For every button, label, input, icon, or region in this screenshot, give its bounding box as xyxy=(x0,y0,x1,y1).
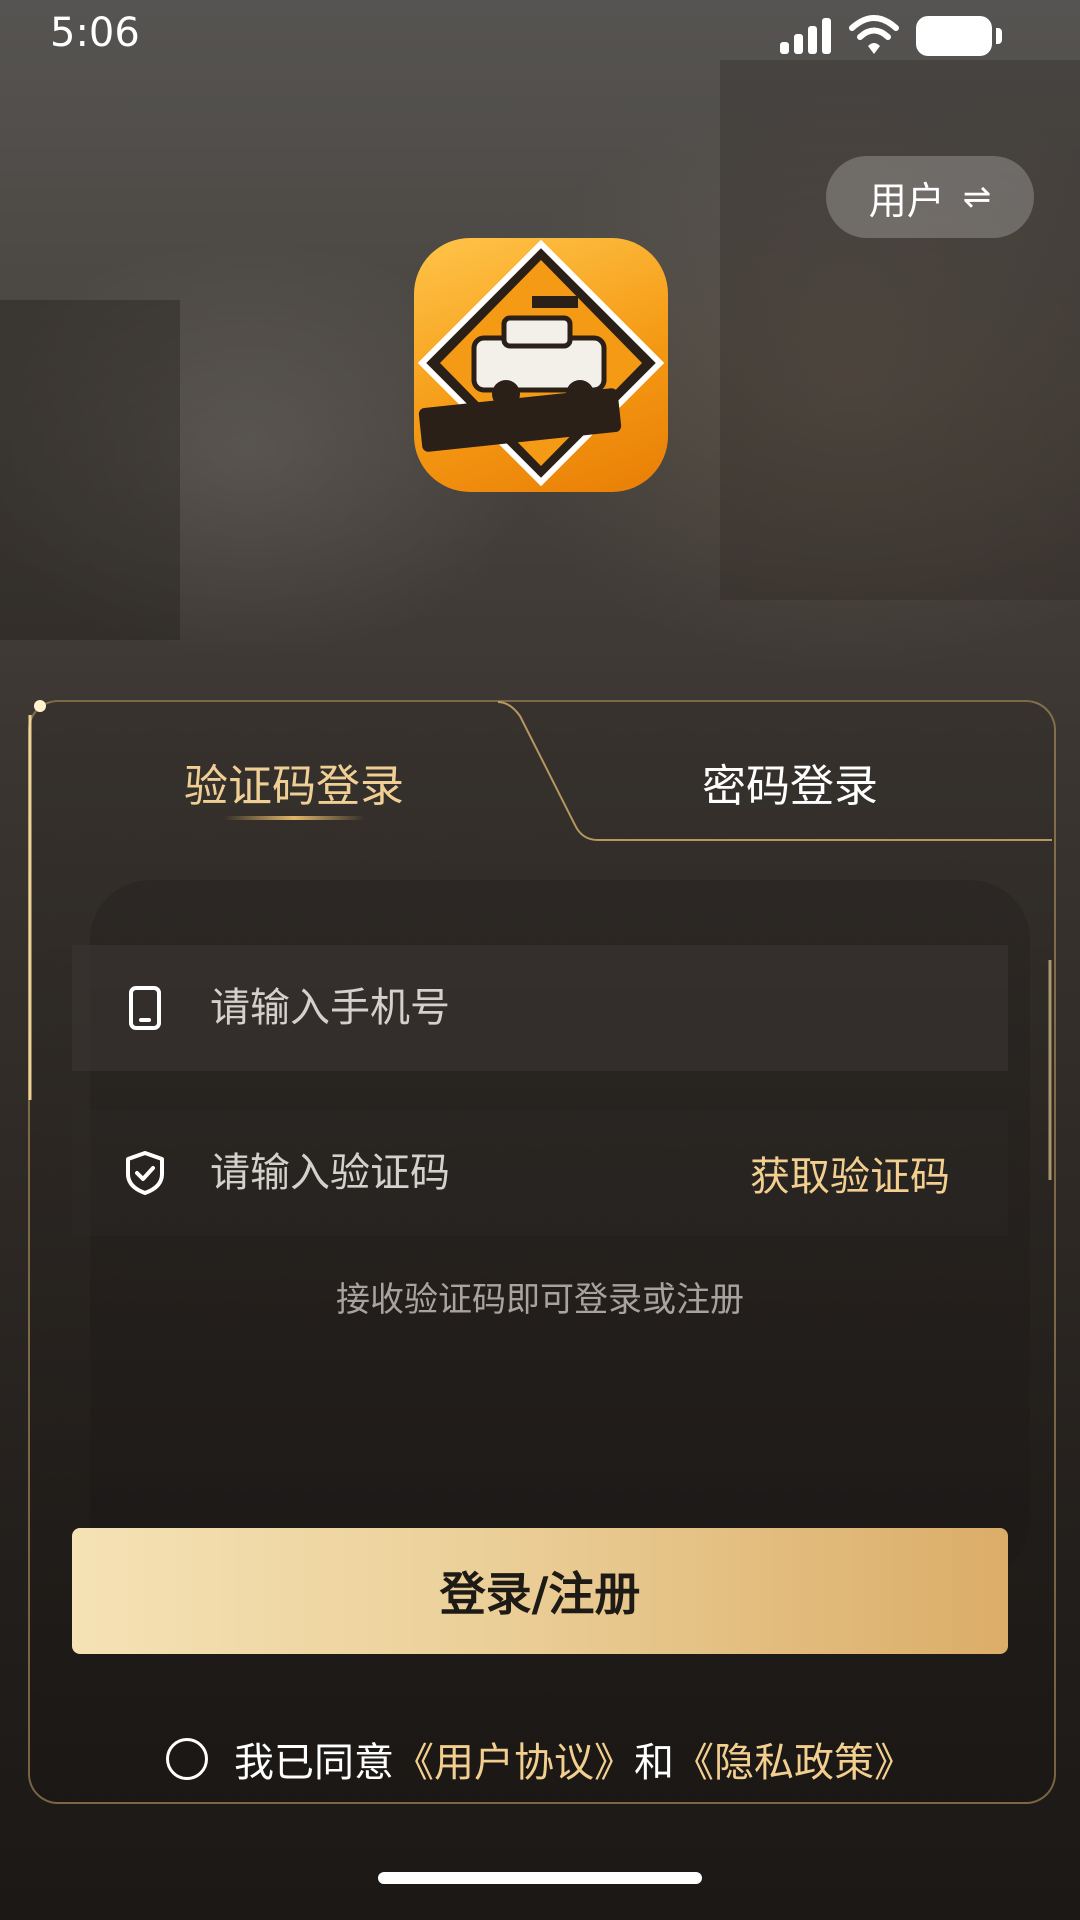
tab-password-login[interactable]: 密码登录 xyxy=(560,700,1030,840)
tab-sms-login-label: 验证码登录 xyxy=(184,761,404,812)
home-indicator[interactable] xyxy=(378,1872,702,1884)
phone-field xyxy=(72,945,1008,1071)
login-hint: 接收验证码即可登录或注册 xyxy=(336,1280,744,1320)
tab-sms-login[interactable]: 验证码登录 xyxy=(28,700,498,840)
login-register-button[interactable]: 登录/注册 xyxy=(72,1528,1008,1654)
agreement-row: 我已同意 《用户协议》 和 《隐私政策》 xyxy=(0,1730,1080,1788)
agreement-and: 和 xyxy=(634,1740,674,1786)
phone-input[interactable] xyxy=(208,977,1008,1039)
agreement-checkbox[interactable] xyxy=(166,1738,208,1780)
shield-check-icon xyxy=(120,1148,170,1198)
active-tab-indicator xyxy=(224,816,364,820)
tab-password-login-label: 密码登录 xyxy=(702,761,878,812)
code-field: 获取验证码 xyxy=(72,1110,1008,1236)
code-input[interactable] xyxy=(208,1142,750,1204)
get-code-button[interactable]: 获取验证码 xyxy=(750,1144,950,1202)
agreement-prefix: 我已同意 xyxy=(234,1740,394,1786)
privacy-policy-link[interactable]: 《隐私政策》 xyxy=(674,1730,914,1788)
phone-icon xyxy=(120,983,170,1033)
user-agreement-link[interactable]: 《用户协议》 xyxy=(394,1730,634,1788)
